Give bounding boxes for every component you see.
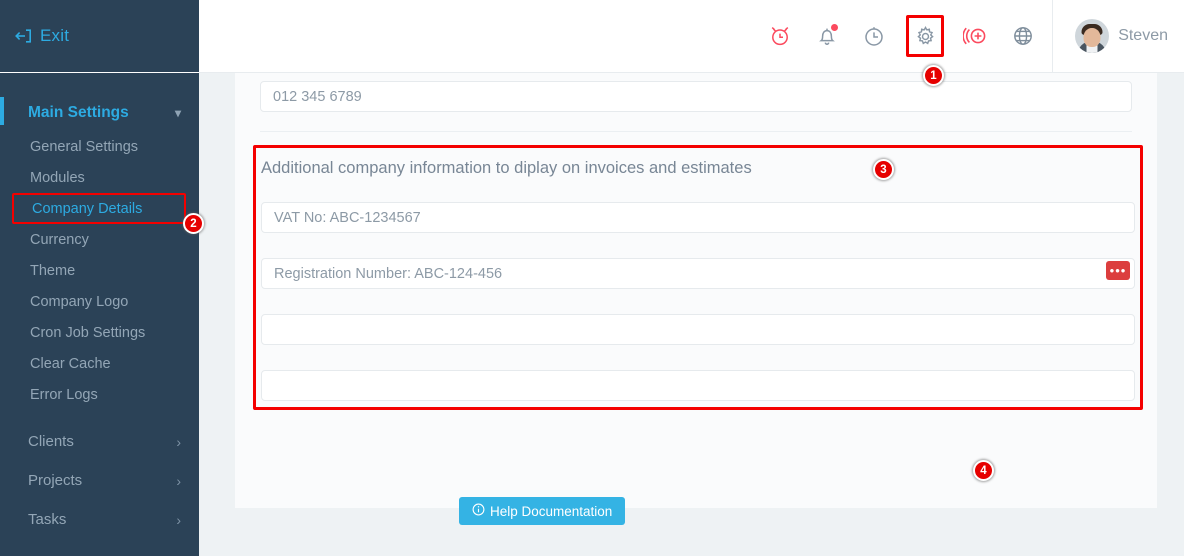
chevron-right-icon: ›: [176, 511, 181, 528]
registration-number-input[interactable]: [261, 258, 1135, 289]
exit-button[interactable]: Exit: [13, 26, 69, 46]
annotation-badge-3: 3: [873, 159, 894, 180]
app-root: Exit Main Settings ▾ General Settings Mo…: [0, 0, 1184, 556]
header-icon-group: [765, 15, 1052, 57]
sidebar-item-cron-job-settings[interactable]: Cron Job Settings: [0, 317, 199, 348]
sidebar-item-company-details[interactable]: Company Details: [12, 193, 186, 224]
sidebar-item-label: Clear Cache: [30, 355, 111, 372]
sidebar-item-projects[interactable]: Projects ›: [0, 461, 199, 500]
top-header: Steven: [199, 0, 1184, 73]
user-menu[interactable]: Steven: [1052, 0, 1184, 73]
sidebar-item-modules[interactable]: Modules: [0, 162, 199, 193]
section-divider: [260, 131, 1132, 132]
sidebar-item-currency[interactable]: Currency: [0, 224, 199, 255]
sidebar-item-error-logs[interactable]: Error Logs: [0, 379, 199, 410]
sidebar-group-label: Main Settings: [28, 104, 129, 121]
chevron-right-icon: ›: [176, 472, 181, 489]
sidebar-item-theme[interactable]: Theme: [0, 255, 199, 286]
sidebar-item-label: Theme: [30, 262, 76, 279]
phone-field-row: [235, 73, 1157, 112]
chevron-down-icon: ▾: [174, 106, 181, 120]
help-documentation-button[interactable]: Help Documentation: [459, 497, 626, 525]
exit-label: Exit: [40, 26, 70, 45]
registration-field-row: •••: [261, 258, 1135, 289]
extra-field-3-row: [261, 314, 1135, 345]
info-circle-icon: [472, 503, 485, 519]
sidebar-item-label: Tasks: [28, 511, 67, 528]
sidebar-item-label: Company Details: [32, 200, 143, 217]
chevron-right-icon: ›: [176, 433, 181, 450]
sidebar: Exit Main Settings ▾ General Settings Mo…: [0, 0, 199, 556]
extra-info-input-3[interactable]: [261, 314, 1135, 345]
field-options-ellipsis-button[interactable]: •••: [1106, 261, 1130, 280]
gear-settings-icon[interactable]: [906, 15, 945, 57]
annotation-badge-1: 1: [923, 65, 944, 86]
sidebar-item-label: Cron Job Settings: [30, 324, 146, 341]
sidebar-header: Exit: [0, 0, 199, 73]
globe-language-icon[interactable]: [1008, 21, 1038, 51]
avatar: [1075, 19, 1110, 53]
annotation-badge-4: 4: [973, 460, 994, 481]
sidebar-item-label: Currency: [30, 231, 89, 248]
add-circle-icon[interactable]: [961, 21, 991, 51]
sidebar-item-general-settings[interactable]: General Settings: [0, 131, 199, 162]
sidebar-item-company-logo[interactable]: Company Logo: [0, 286, 199, 317]
sidebar-item-label: Clients: [28, 433, 74, 450]
sidebar-item-label: Projects: [28, 472, 83, 489]
section-heading: Additional company information to diplay…: [261, 159, 752, 177]
alarm-clock-icon[interactable]: [765, 21, 795, 51]
active-accent-bar: [0, 97, 4, 125]
vat-field-row: [261, 202, 1135, 233]
bell-notification-icon[interactable]: [812, 21, 842, 51]
annotation-badge-2: 2: [183, 213, 204, 234]
phone-input[interactable]: [260, 81, 1132, 112]
sidebar-item-clients[interactable]: Clients ›: [0, 422, 199, 461]
sidebar-nav: Main Settings ▾ General Settings Modules…: [0, 73, 199, 539]
extra-info-input-4[interactable]: [261, 370, 1135, 401]
sidebar-item-label: Modules: [30, 169, 85, 186]
extra-field-4-row: [261, 370, 1135, 401]
sidebar-group-main-settings[interactable]: Main Settings ▾: [0, 95, 199, 131]
exit-arrow-icon: [13, 26, 33, 46]
help-documentation-label: Help Documentation: [490, 503, 613, 519]
sidebar-item-label: Error Logs: [30, 386, 98, 403]
sidebar-item-label: Company Logo: [30, 293, 129, 310]
sidebar-item-tasks[interactable]: Tasks ›: [0, 500, 199, 539]
user-name-label: Steven: [1118, 27, 1168, 44]
sidebar-item-clear-cache[interactable]: Clear Cache: [0, 348, 199, 379]
sidebar-item-label: General Settings: [30, 138, 139, 155]
main-content: Additional company information to diplay…: [199, 73, 1184, 556]
company-details-card: Additional company information to diplay…: [235, 73, 1157, 508]
vat-number-input[interactable]: [261, 202, 1135, 233]
stopwatch-timer-icon[interactable]: [859, 21, 889, 51]
